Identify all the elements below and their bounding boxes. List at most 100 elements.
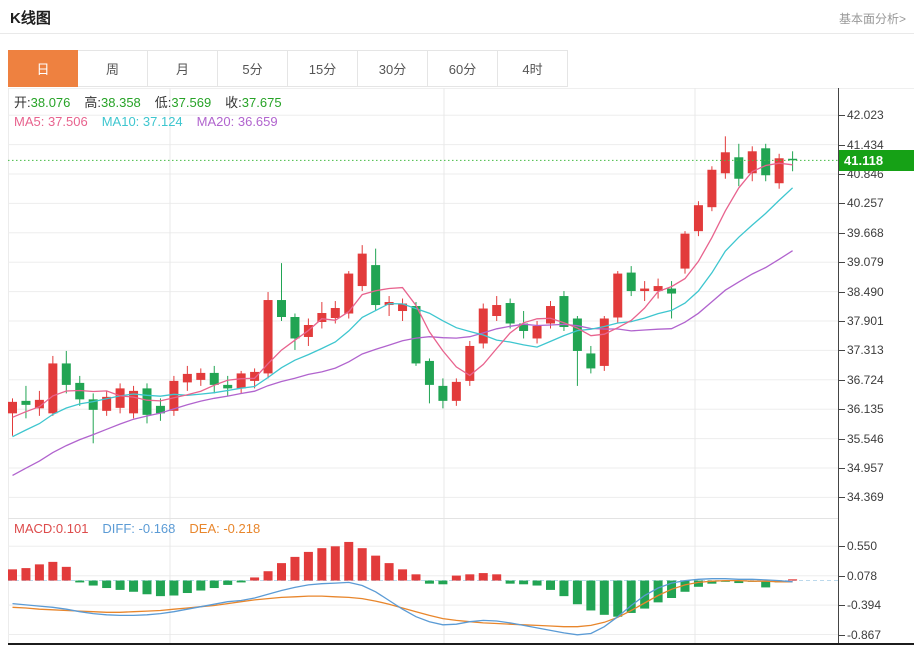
diff-value: DIFF: -0.168 <box>102 521 175 536</box>
candle-body-up <box>479 309 488 344</box>
candle-body-up <box>452 382 461 401</box>
macd-bar-negative <box>129 581 138 592</box>
candlestick-chart[interactable] <box>8 88 838 518</box>
price-tick-label: 40.257 <box>847 195 913 211</box>
macd-tick-label-dash <box>838 605 845 606</box>
current-price-badge: 41.118 <box>839 150 914 171</box>
ma10-value: MA10: 37.124 <box>102 114 183 129</box>
price-tick-label: 38.490 <box>847 284 913 300</box>
candle-body-up <box>237 373 246 388</box>
macd-bar-negative <box>156 581 165 597</box>
macd-bar-positive <box>331 546 340 580</box>
macd-chart[interactable] <box>8 519 838 644</box>
macd-bar-negative <box>223 581 232 585</box>
interval-tabbar: 日周月5分15分30分60分4时 <box>8 50 568 87</box>
macd-bar-negative <box>506 581 515 584</box>
candle-body-up <box>250 372 259 381</box>
macd-bar-positive <box>290 557 299 581</box>
candle-body-down <box>627 273 636 291</box>
candle-body-up <box>331 308 340 318</box>
price-tick-label-dash <box>838 292 845 293</box>
close-value: 37.675 <box>242 95 282 110</box>
macd-bar-negative <box>89 581 98 586</box>
candle-body-up <box>533 326 542 338</box>
candle-body-down <box>277 300 286 317</box>
macd-bar-positive <box>492 574 501 580</box>
candle-body-up <box>492 305 501 316</box>
candle-body-up <box>183 374 192 382</box>
macd-bar-positive <box>264 571 273 580</box>
macd-bar-negative <box>75 581 84 583</box>
macd-bar-positive <box>452 576 461 581</box>
price-tick-label: 37.313 <box>847 342 913 358</box>
price-tick-label: 39.668 <box>847 225 913 241</box>
candle-body-up <box>613 274 622 318</box>
price-tick-label-dash <box>838 409 845 410</box>
macd-bar-negative <box>102 581 111 588</box>
price-tick-label: 39.079 <box>847 254 913 270</box>
candle-body-down <box>143 388 152 414</box>
price-tick-label: 36.724 <box>847 372 913 388</box>
macd-tick-label-dash <box>838 635 845 636</box>
macd-bar-positive <box>8 569 17 580</box>
header-divider <box>0 33 914 34</box>
tab-interval-0[interactable]: 日 <box>8 50 78 87</box>
tab-interval-1[interactable]: 周 <box>78 50 148 87</box>
macd-bar-negative <box>438 581 447 585</box>
macd-readout: MACD:0.101DIFF: -0.168DEA: -0.218 <box>14 521 260 536</box>
price-tick-label-dash <box>838 115 845 116</box>
macd-bar-positive <box>385 563 394 580</box>
candle-body-down <box>506 303 515 323</box>
macd-bar-negative <box>654 581 663 603</box>
macd-value: MACD:0.101 <box>14 521 88 536</box>
candle-body-up <box>681 234 690 269</box>
candle-body-up <box>48 363 57 413</box>
chart-bottom-border <box>8 643 914 645</box>
tab-interval-6[interactable]: 60分 <box>428 50 498 87</box>
macd-bar-positive <box>344 542 353 581</box>
price-tick-label-dash <box>838 380 845 381</box>
macd-bar-negative <box>573 581 582 605</box>
candle-body-up <box>775 158 784 183</box>
macd-bar-negative <box>143 581 152 595</box>
macd-bar-positive <box>465 574 474 580</box>
macd-bar-positive <box>62 567 71 581</box>
tab-interval-2[interactable]: 月 <box>148 50 218 87</box>
macd-tick-label: 0.550 <box>847 538 913 554</box>
candle-body-up <box>169 381 178 411</box>
low-label: 低: <box>155 95 172 110</box>
candle-body-up <box>8 402 17 413</box>
low-value: 37.569 <box>171 95 211 110</box>
macd-tick-label: -0.394 <box>847 597 913 613</box>
candle-body-down <box>21 401 30 405</box>
tab-interval-4[interactable]: 15分 <box>288 50 358 87</box>
macd-tick-label: -0.867 <box>847 627 913 643</box>
macd-tick-label: 0.078 <box>847 568 913 584</box>
ma20-value: MA20: 36.659 <box>197 114 278 129</box>
price-tick-label: 34.957 <box>847 460 913 476</box>
macd-bar-positive <box>398 569 407 580</box>
macd-bar-negative <box>196 581 205 591</box>
candle-body-up <box>694 205 703 231</box>
tab-interval-5[interactable]: 30分 <box>358 50 428 87</box>
ma5-value: MA5: 37.506 <box>14 114 88 129</box>
macd-bar-negative <box>559 581 568 597</box>
panel-separator <box>8 518 838 519</box>
macd-bar-positive <box>304 552 313 581</box>
price-tick-label-dash <box>838 468 845 469</box>
macd-bar-negative <box>586 581 595 611</box>
macd-bar-positive <box>48 562 57 581</box>
price-tick-label-dash <box>838 350 845 351</box>
price-axis-line <box>838 88 839 644</box>
close-label: 收: <box>225 95 242 110</box>
macd-bar-positive <box>412 574 421 580</box>
tab-interval-7[interactable]: 4时 <box>498 50 568 87</box>
page-title: K线图 <box>10 7 51 28</box>
price-tick-label-dash <box>838 203 845 204</box>
macd-bar-negative <box>613 581 622 617</box>
tab-interval-3[interactable]: 5分 <box>218 50 288 87</box>
fundamental-analysis-link[interactable]: 基本面分析> <box>839 10 906 27</box>
candle-body-up <box>116 388 125 407</box>
candle-body-down <box>586 353 595 368</box>
high-value: 38.358 <box>101 95 141 110</box>
